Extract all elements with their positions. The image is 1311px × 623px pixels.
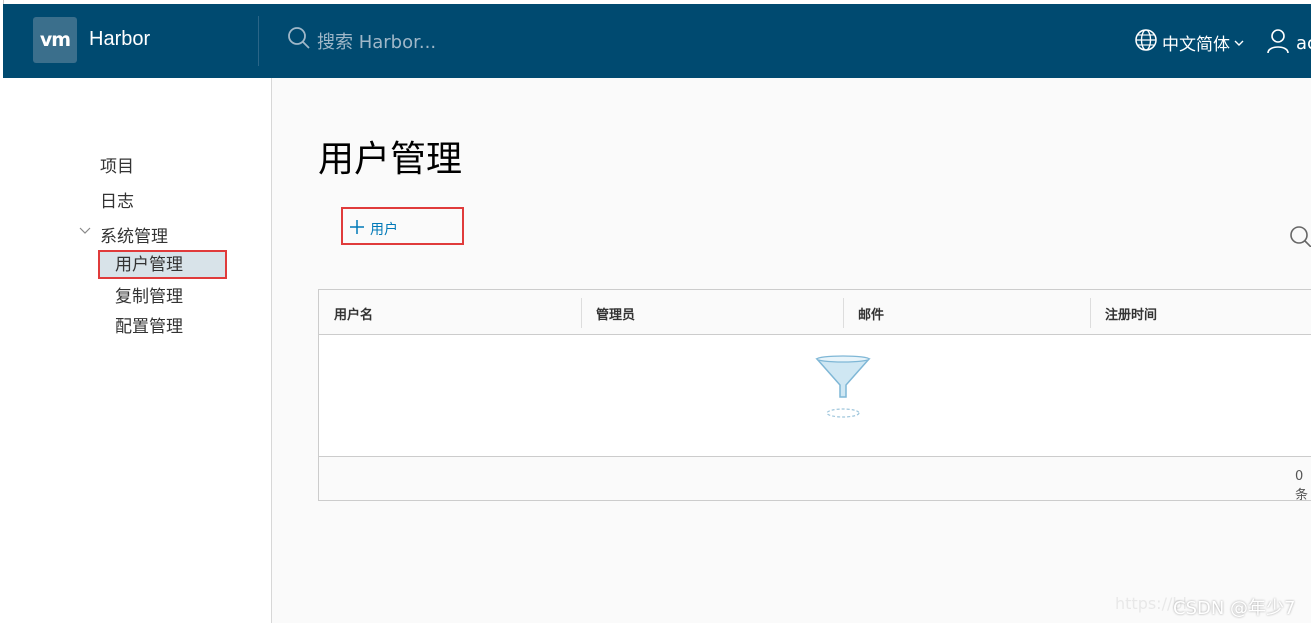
table-body-empty <box>319 335 1311 455</box>
highlight-box-user-management <box>98 250 227 279</box>
sidebar-item-system-admin[interactable]: 系统管理 <box>100 222 168 247</box>
table-search-icon[interactable] <box>1289 225 1311 251</box>
column-header-username[interactable]: 用户名 <box>334 304 373 323</box>
sidebar-item-logs[interactable]: 日志 <box>100 187 134 212</box>
column-separator <box>843 298 844 328</box>
sidebar: 项目 日志 系统管理 用户管理 复制管理 配置管理 <box>3 78 272 623</box>
globe-icon <box>1134 28 1158 57</box>
search-placeholder[interactable]: 搜索 Harbor... <box>317 28 436 54</box>
column-header-admin[interactable]: 管理员 <box>596 304 635 323</box>
top-navigation-bar: vm Harbor 搜索 Harbor... 中文简体 ac <box>3 4 1311 78</box>
highlight-box-add-user <box>341 207 464 245</box>
empty-filter-icon <box>815 355 871 418</box>
column-separator <box>1090 298 1091 328</box>
watermark-csdn: CSDN @年少7 <box>1173 598 1296 619</box>
column-header-email[interactable]: 邮件 <box>858 304 884 323</box>
page-title: 用户管理 <box>318 139 463 180</box>
table-header: 用户名 管理员 邮件 注册时间 <box>319 290 1311 335</box>
vmware-logo[interactable]: vm <box>33 17 77 63</box>
column-separator <box>581 298 582 328</box>
item-count: 0 条 <box>1295 469 1309 503</box>
users-table: 用户名 管理员 邮件 注册时间 0 条 <box>318 289 1311 503</box>
user-icon <box>1266 28 1290 59</box>
user-name: ac <box>1296 33 1311 54</box>
sidebar-item-replication[interactable]: 复制管理 <box>115 282 183 307</box>
chevron-down-icon[interactable] <box>79 225 91 237</box>
global-search[interactable]: 搜索 Harbor... <box>287 26 436 55</box>
app-title[interactable]: Harbor <box>89 28 150 51</box>
user-menu[interactable]: ac <box>1266 28 1311 59</box>
main-content: 用户管理 用户 用户名 管理员 邮件 注册时间 0 条 <box>272 78 1311 623</box>
search-icon <box>287 26 311 55</box>
language-selector[interactable]: 中文简体 <box>1134 28 1244 57</box>
column-header-registered[interactable]: 注册时间 <box>1105 304 1157 323</box>
table-footer: 0 条 <box>319 456 1311 503</box>
chevron-down-icon <box>1234 33 1244 53</box>
sidebar-item-configuration[interactable]: 配置管理 <box>115 312 183 337</box>
sidebar-item-projects[interactable]: 项目 <box>100 152 134 177</box>
header-divider <box>258 16 259 66</box>
language-label: 中文简体 <box>1162 35 1230 55</box>
